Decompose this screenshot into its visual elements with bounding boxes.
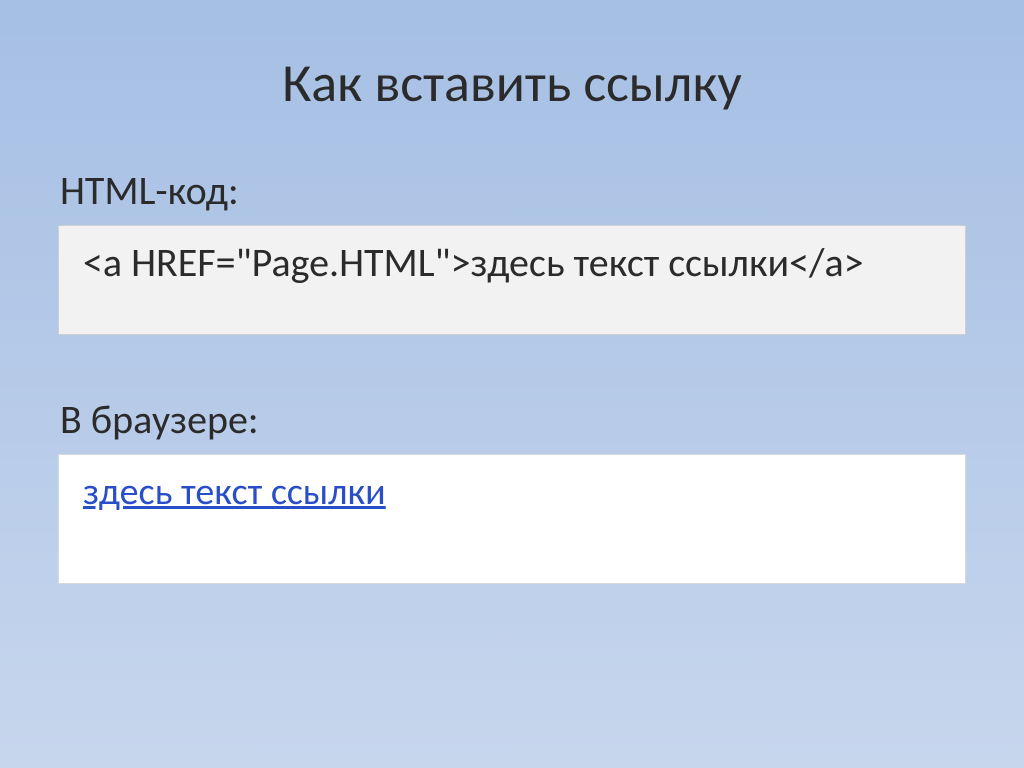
code-box: <a HREF="Page.HTML">здесь текст ссылки</… [58, 225, 966, 335]
code-label: HTML-код: [60, 166, 974, 215]
code-text: <a HREF="Page.HTML">здесь текст ссылки</… [83, 238, 864, 287]
browser-label: В браузере: [60, 395, 974, 444]
example-link[interactable]: здесь текст ссылки [83, 469, 386, 515]
slide-title: Как вставить ссылку [50, 50, 974, 116]
slide-container: Как вставить ссылку HTML-код: <a HREF="P… [0, 0, 1024, 768]
browser-box: здесь текст ссылки [58, 454, 966, 584]
